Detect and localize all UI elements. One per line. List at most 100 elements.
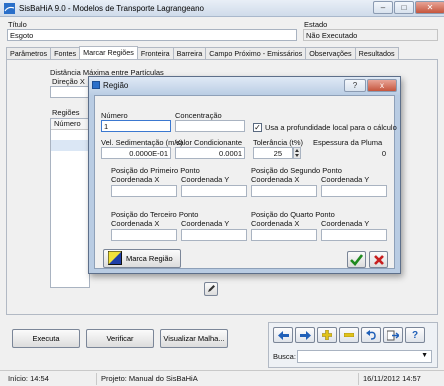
estado-label: Estado [304,20,328,29]
tab-fontes[interactable]: Fontes [50,47,81,59]
status-projeto: Projeto: Manual do SisBaHiA [96,373,198,385]
add-button[interactable] [317,327,337,343]
numero-label: Número [101,111,128,120]
p2-coord-x-input[interactable] [251,185,317,197]
next-button[interactable] [295,327,315,343]
help-button[interactable]: ? [405,327,425,343]
arrow-left-icon [277,330,289,340]
segundo-ponto-group: Posição do Segundo Ponto Coordenada X Co… [251,164,396,204]
usa-profundidade-label: Usa a profundidade local para o cálculo [265,123,397,132]
dialog-body: Número 1 Concentração ✓ Usa a profundida… [94,95,397,269]
dialog-close-icon[interactable]: x [367,79,397,92]
regioes-label: Regiões [52,108,80,117]
export-icon [387,330,399,340]
concentracao-input[interactable] [175,120,245,132]
regioes-list[interactable]: Número [50,118,90,288]
tab-parametros[interactable]: Parâmetros [6,47,52,59]
verificar-button[interactable]: Verificar [86,329,154,348]
busca-label: Busca: [273,352,296,361]
quarto-ponto-group: Posição do Quarto Ponto Coordenada X Coo… [251,208,396,248]
visualizar-malha-button[interactable]: Visualizar Malha... [160,329,228,348]
executa-button[interactable]: Executa [12,329,80,348]
tab-campo-proximo[interactable]: Campo Próximo - Emissários [205,47,307,59]
remove-button[interactable] [339,327,359,343]
undo-button[interactable] [361,327,381,343]
estado-value: Não Executado [303,29,438,41]
tolerancia-spinner[interactable] [293,147,301,159]
segundo-ponto-title: Posição do Segundo Ponto [251,166,342,175]
coord-x-label: Coordenada X [111,219,160,228]
espessura-label: Espessura da Pluma [313,138,383,147]
help-icon[interactable]: ? [344,79,366,92]
espessura-input[interactable]: 0 [313,147,389,159]
quarto-ponto-title: Posição do Quarto Ponto [251,210,335,219]
marca-regiao-button[interactable]: Marca Região [103,249,181,268]
plus-icon [322,330,332,340]
table-row[interactable] [51,140,89,151]
question-icon: ? [411,329,419,341]
terceiro-ponto-group: Posição do Terceiro Ponto Coordenada X C… [101,208,247,248]
spinner-arrows-icon [295,149,299,157]
coord-y-label: Coordenada Y [181,219,230,228]
pencil-icon [207,284,216,295]
region-icon [108,250,122,267]
terceiro-ponto-title: Posição do Terceiro Ponto [111,210,199,219]
p4-coord-x-input[interactable] [251,229,317,241]
p3-coord-x-input[interactable] [111,229,177,241]
tolerancia-label: Tolerância (t%) [253,138,304,147]
window-controls: – □ ✕ [372,1,444,15]
coord-x-label: Coordenada X [111,175,160,184]
status-inicio: Início: 14:54 [8,374,49,383]
titulo-label: Título [8,20,27,29]
p2-coord-y-input[interactable] [321,185,387,197]
usa-profundidade-checkbox[interactable]: ✓ [253,123,262,132]
chevron-down-icon: ▼ [421,352,428,359]
edit-pencil-button[interactable] [204,282,218,296]
tab-observacoes[interactable]: Observações [305,47,356,59]
vel-sedimentacao-label: Vel. Sedimentação (m/s) [101,138,183,147]
checkmark-icon [350,253,363,266]
close-icon[interactable]: ✕ [415,1,444,14]
p1-coord-y-input[interactable] [181,185,247,197]
window-title: SisBaHiA 9.0 - Modelos de Transporte Lag… [19,4,205,13]
dialog-icon [92,81,100,89]
previous-button[interactable] [273,327,293,343]
direcao-label: Direção X [52,77,85,86]
tolerancia-input[interactable]: 25 [253,147,293,159]
minimize-icon[interactable]: – [373,1,393,14]
export-button[interactable] [383,327,403,343]
ok-button[interactable] [347,251,366,268]
coord-y-label: Coordenada Y [181,175,230,184]
coord-x-label: Coordenada X [251,219,300,228]
numero-input[interactable]: 1 [101,120,171,132]
p1-coord-x-input[interactable] [111,185,177,197]
tab-resultados[interactable]: Resultados [354,47,399,59]
tab-marcar-regioes[interactable]: Marcar Regiões [79,46,138,59]
numero-column-header: Número [51,119,89,130]
concentracao-label: Concentração [175,111,222,120]
coord-y-label: Coordenada Y [321,219,370,228]
vel-sedimentacao-input[interactable]: 0.0000E-01 [101,147,171,159]
undo-icon [365,330,376,340]
p3-coord-y-input[interactable] [181,229,247,241]
regiao-dialog: Região ? x Número 1 Concentração ✓ Usa a… [88,76,401,274]
titulo-input[interactable]: Esgoto [7,29,297,41]
tab-barreira[interactable]: Barreira [172,47,207,59]
marca-regiao-label: Marca Região [126,254,173,263]
maximize-icon[interactable]: □ [394,1,414,14]
dialog-title-bar: Região ? x [89,77,400,95]
busca-select[interactable]: ▼ [297,350,432,363]
p4-coord-y-input[interactable] [321,229,387,241]
primeiro-ponto-group: Posição do Primeiro Ponto Coordenada X C… [101,164,247,204]
arrow-right-icon [299,330,311,340]
cancel-button[interactable] [369,251,388,268]
primeiro-ponto-title: Posição do Primeiro Ponto [111,166,200,175]
dialog-title: Região [103,81,129,90]
direcao-x-input[interactable] [50,86,90,98]
valor-condicionante-input[interactable]: 0.0001 [175,147,245,159]
tab-fronteira[interactable]: Fronteira [136,47,174,59]
valor-condicionante-label: Valor Condicionante [175,138,242,147]
status-data: 16/11/2012 14:57 [358,373,421,385]
status-bar: Início: 14:54 Projeto: Manual do SisBaHi… [0,370,444,386]
minus-icon [344,333,354,337]
